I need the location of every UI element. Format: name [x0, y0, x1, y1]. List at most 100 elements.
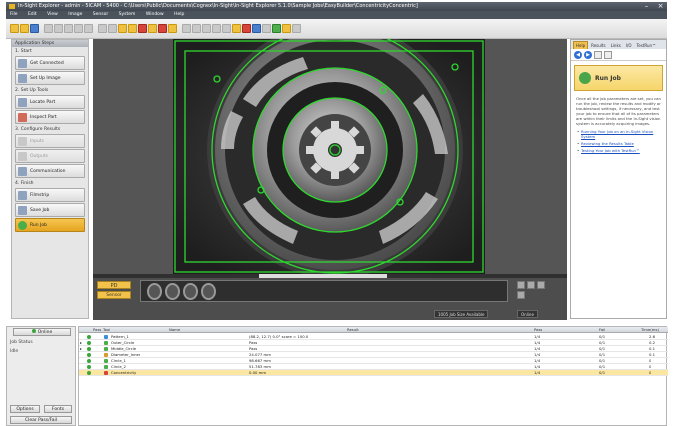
- menu-file[interactable]: File: [10, 12, 18, 17]
- display-icon[interactable]: [108, 24, 117, 33]
- section-configure-results: 3. Configure Results: [15, 127, 61, 132]
- tab-results[interactable]: Results: [589, 42, 607, 49]
- help-icon[interactable]: [292, 24, 301, 33]
- settings-icon[interactable]: [272, 24, 281, 33]
- col-pass-icon[interactable]: Pass: [93, 327, 101, 333]
- help-link-testrun[interactable]: Testing Your Job with TestRun™: [571, 147, 666, 154]
- menu-edit[interactable]: Edit: [28, 12, 37, 17]
- step-locate-part[interactable]: Locate Part: [15, 95, 85, 109]
- zoom-in-icon[interactable]: [182, 24, 191, 33]
- zoom-100-icon[interactable]: [222, 24, 231, 33]
- table-row-selected[interactable]: Concentricity 0.00 mm 1/4 0/1 0: [79, 370, 668, 376]
- pass-icon: [87, 359, 91, 363]
- copy-icon[interactable]: [54, 24, 63, 33]
- filmstrip-record-icon[interactable]: [527, 281, 535, 289]
- inputs-icon: [18, 136, 27, 146]
- grid-icon[interactable]: [98, 24, 107, 33]
- folder-icon[interactable]: [168, 24, 177, 33]
- online-button[interactable]: Online: [13, 328, 71, 336]
- new-icon[interactable]: [10, 24, 19, 33]
- col-name[interactable]: Name: [169, 327, 180, 333]
- circle-tool-icon: [104, 341, 108, 345]
- zoom-fill-icon[interactable]: [212, 24, 221, 33]
- back-icon[interactable]: ◀: [574, 50, 582, 59]
- filmstrip-frame[interactable]: [201, 283, 216, 300]
- filmstrip-icon[interactable]: [282, 24, 291, 33]
- zoom-fit-icon[interactable]: [202, 24, 211, 33]
- online-icon[interactable]: [232, 24, 241, 33]
- menu-view[interactable]: View: [47, 12, 58, 17]
- graphics-icon[interactable]: [262, 24, 271, 33]
- help-link-results-table[interactable]: Reviewing the Results Table: [571, 140, 666, 147]
- filmstrip-frame[interactable]: [165, 283, 180, 300]
- step-run-job[interactable]: Run Job: [15, 218, 85, 232]
- menu-image[interactable]: Image: [68, 12, 82, 17]
- clear-pass-fail-button[interactable]: Clear Pass/Fail: [10, 416, 72, 424]
- pattern-tool-icon: [104, 335, 108, 339]
- tab-io[interactable]: I/O: [624, 42, 634, 49]
- cut-icon[interactable]: [44, 24, 53, 33]
- job-status-panel: Online Job Status Idle Options Fonts Cle…: [6, 326, 76, 426]
- menu-system[interactable]: System: [119, 12, 136, 17]
- help-link-running-job[interactable]: Running Your Job on an In-Sight Vision S…: [571, 128, 666, 140]
- fonts-button[interactable]: Fonts: [44, 405, 72, 413]
- col-fail[interactable]: Fail: [599, 327, 605, 333]
- pass-icon: [87, 365, 91, 369]
- col-pass[interactable]: Pass: [534, 327, 542, 333]
- help-topics-icon[interactable]: [604, 50, 612, 59]
- circle-tool-icon: [104, 347, 108, 351]
- home-icon[interactable]: [594, 50, 602, 59]
- open-icon[interactable]: [20, 24, 29, 33]
- tab-links[interactable]: Links: [609, 42, 623, 49]
- record-icon[interactable]: [138, 24, 147, 33]
- application-steps-title: Application Steps: [12, 40, 88, 47]
- filmstrip-next-icon[interactable]: [537, 281, 545, 289]
- close-icon[interactable]: ×: [656, 2, 665, 11]
- offline-icon[interactable]: [242, 24, 251, 33]
- step-set-up-image[interactable]: Set Up Image: [15, 71, 85, 85]
- spreadsheet-icon[interactable]: [252, 24, 261, 33]
- filmstrip-prev-icon[interactable]: [517, 281, 525, 289]
- menu-window[interactable]: Window: [146, 12, 164, 17]
- online-status-icon: [31, 329, 36, 333]
- step-save-job[interactable]: Save Job: [15, 203, 85, 217]
- play-icon[interactable]: [148, 24, 157, 33]
- filmstrip-frame[interactable]: [147, 283, 162, 300]
- step-inputs[interactable]: Inputs: [15, 134, 85, 148]
- stop-icon[interactable]: [158, 24, 167, 33]
- col-result[interactable]: Result: [347, 327, 359, 333]
- step-filmstrip[interactable]: Filmstrip: [15, 188, 85, 202]
- col-time[interactable]: Time(ms): [641, 327, 659, 333]
- paste-icon[interactable]: [64, 24, 73, 33]
- options-button[interactable]: Options: [10, 405, 40, 413]
- get-connected-icon: [18, 58, 27, 68]
- forward-icon[interactable]: ▶: [584, 50, 592, 59]
- col-tool[interactable]: Tool: [103, 327, 110, 333]
- zoom-out-icon[interactable]: [192, 24, 201, 33]
- redo-icon[interactable]: [84, 24, 93, 33]
- tab-testrun[interactable]: TestRun™: [635, 42, 659, 49]
- filmstrip[interactable]: [140, 280, 508, 302]
- step-inspect-part[interactable]: Inspect Part: [15, 110, 85, 124]
- save-icon[interactable]: [30, 24, 39, 33]
- run-job-icon: [18, 220, 27, 230]
- menu-sensor[interactable]: Sensor: [93, 12, 108, 17]
- step-get-connected[interactable]: Get Connected: [15, 56, 85, 70]
- trigger-icon[interactable]: [118, 24, 127, 33]
- pass-icon: [87, 341, 91, 345]
- part-image: [93, 39, 567, 274]
- filmstrip-settings-icon[interactable]: [517, 291, 525, 299]
- sensor-button[interactable]: Sensor: [97, 291, 131, 299]
- image-display[interactable]: [93, 39, 567, 274]
- undo-icon[interactable]: [74, 24, 83, 33]
- live-video-icon[interactable]: [128, 24, 137, 33]
- tab-help[interactable]: Help: [573, 41, 589, 49]
- filmstrip-step-icon: [18, 190, 27, 200]
- step-outputs[interactable]: Outputs: [15, 149, 85, 163]
- step-communication[interactable]: Communication: [15, 164, 85, 178]
- menu-help[interactable]: Help: [174, 12, 184, 17]
- minimize-icon[interactable]: –: [642, 2, 651, 11]
- run-job-help-icon: [579, 72, 591, 84]
- job-size-status: 1005 Job Size Available: [434, 310, 489, 318]
- filmstrip-frame[interactable]: [183, 283, 198, 300]
